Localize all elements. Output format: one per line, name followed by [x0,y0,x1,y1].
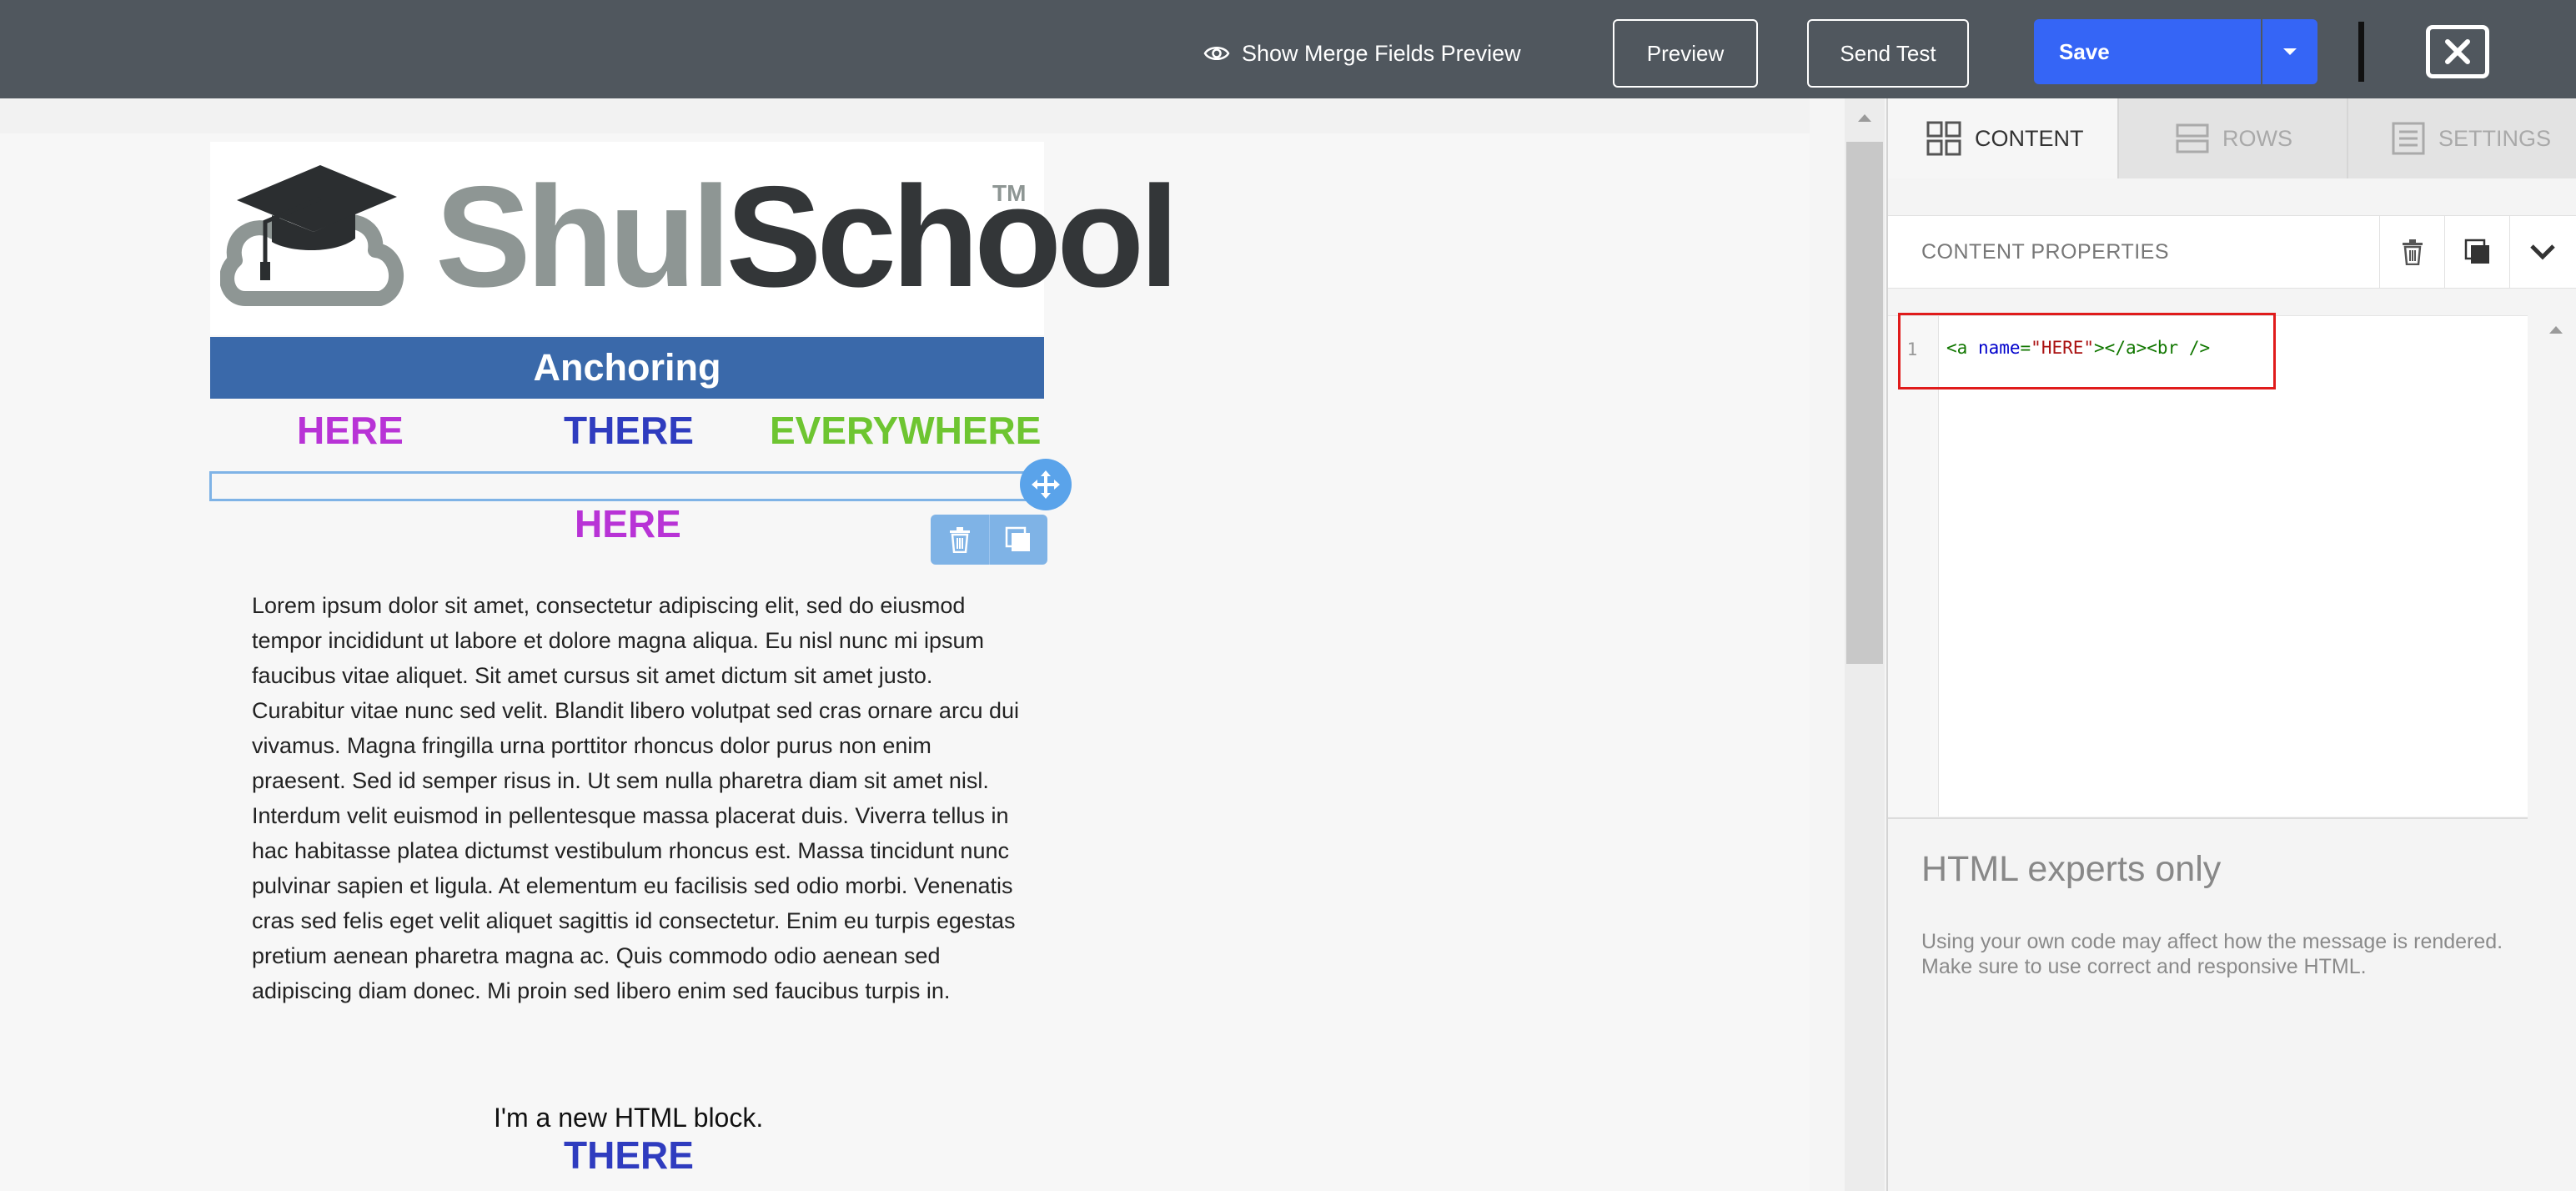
move-handle[interactable] [1020,459,1072,510]
graduation-cloud-logo-icon [220,165,404,306]
send-test-button[interactable]: Send Test [1807,19,1969,88]
preview-button[interactable]: Preview [1613,19,1758,88]
anchor-heading-here[interactable]: HERE [575,501,681,546]
chevron-down-icon [2530,244,2555,260]
tab-content-label: CONTENT [1975,125,2084,151]
scroll-up-arrow-icon[interactable] [1856,112,1873,123]
anchoring-banner[interactable]: Anchoring [210,337,1044,399]
merge-fields-preview-toggle[interactable]: Show Merge Fields Preview [1203,33,1521,73]
anchor-heading-there[interactable]: THERE [564,1133,694,1178]
top-toolbar: Show Merge Fields Preview Preview Send T… [0,0,2576,98]
grid-icon [1926,121,1961,156]
editor-gutter: 1 [1888,316,1939,817]
properties-collapse-button[interactable] [2509,216,2575,288]
tab-settings[interactable]: SETTINGS [2347,98,2576,178]
eye-icon [1203,47,1230,60]
trash-icon [2403,239,2423,265]
close-x-icon [2445,39,2470,64]
scroll-up-arrow-icon[interactable] [2548,324,2564,335]
properties-delete-button[interactable] [2379,216,2445,288]
block-delete-button[interactable] [931,515,989,565]
logo-block[interactable]: ShulSchool TM [210,142,1179,335]
close-button[interactable] [2426,25,2489,78]
save-options-dropdown[interactable] [2262,19,2317,84]
editor-scrollbar[interactable] [2528,315,2576,816]
nav-link-here[interactable]: HERE [297,407,404,454]
selected-html-block[interactable] [209,471,1047,501]
move-arrows-icon [1032,470,1060,499]
caret-down-icon [2283,48,2297,55]
tab-rows-label: ROWS [2222,125,2292,151]
block-toolbar [931,515,1047,565]
duplicate-icon [1006,526,1031,551]
tab-content[interactable]: CONTENT [1888,98,2117,178]
canvas-scrollbar-thumb[interactable] [1846,142,1883,664]
tab-rows[interactable]: ROWS [2117,98,2347,178]
lorem-paragraph[interactable]: Lorem ipsum dolor sit amet, consectetur … [252,588,1019,1008]
logo-shul-text: Shul [435,157,731,317]
html-code-editor[interactable]: 1 <a name="HERE"></a><br /> [1888,313,2528,817]
properties-duplicate-button[interactable] [2444,216,2510,288]
content-properties-header: CONTENT PROPERTIES [1888,215,2576,289]
content-properties-title: CONTENT PROPERTIES [1921,240,2170,264]
logo-school-text: School [726,157,1179,317]
panel-tabs: CONTENT ROWS SETTINGS [1888,98,2576,178]
red-highlight-box [1898,313,2276,389]
properties-panel: CONTENT ROWS SETTINGS CONTENT PROPERTIES [1886,98,2576,1191]
block-duplicate-button[interactable] [988,515,1048,565]
toolbar-divider [2358,22,2364,82]
nav-link-everywhere[interactable]: EVERYWHERE [770,407,1041,454]
settings-list-icon [2392,122,2425,155]
rows-icon [2176,123,2209,153]
trash-icon [949,527,970,553]
html-experts-title: HTML experts only [1921,849,2222,889]
tab-settings-label: SETTINGS [2438,125,2552,151]
save-button[interactable]: Save [2034,19,2261,84]
panel-divider [1888,817,2528,819]
html-experts-note: Using your own code may affect how the m… [1921,930,2503,978]
trademark-symbol: TM [992,180,1027,206]
nav-link-there[interactable]: THERE [564,407,694,454]
new-html-block-text[interactable]: I'm a new HTML block. [494,1103,763,1133]
duplicate-icon [2464,239,2489,264]
merge-fields-preview-label: Show Merge Fields Preview [1242,40,1521,66]
logo-wordmark: ShulSchool [435,165,1179,309]
